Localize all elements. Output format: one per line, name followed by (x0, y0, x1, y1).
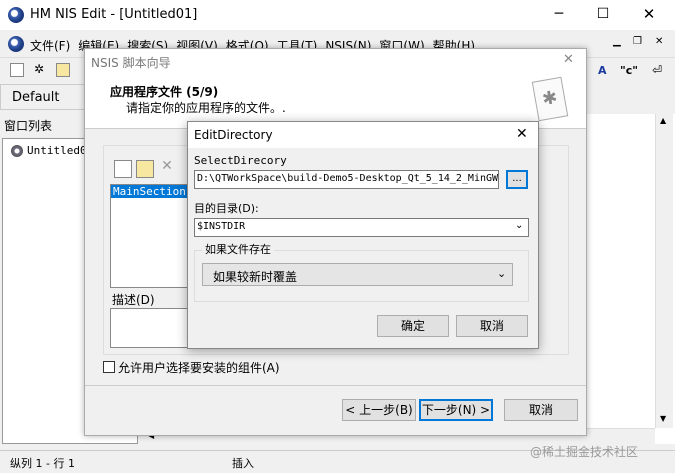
overwrite-chevron-icon: ⌄ (497, 267, 507, 280)
section-list: MainSection (110, 184, 190, 288)
edit-directory-dialog: EditDirectory ✕ SelectDirecory D:\QTWork… (187, 121, 539, 349)
destination-combo[interactable]: $INSTDIR ⌄ (194, 218, 529, 237)
editor-vscrollbar[interactable]: ▲ ▼ (655, 114, 673, 428)
step-title: 应用程序文件 (5/9) (110, 85, 219, 99)
destination-label: 目的目录(D): (194, 202, 259, 215)
mdi-close-icon[interactable]: ✕ (655, 36, 663, 47)
step-description: 请指定你的应用程序的文件。. (126, 101, 286, 115)
dialog-cancel-button[interactable]: 取消 (456, 315, 528, 337)
wizard-file-icon: ✱ (531, 76, 569, 122)
dialog-close-icon[interactable]: ✕ (516, 126, 528, 142)
wizard-titlebar: NSIS 脚本向导 ✕ (85, 49, 586, 73)
menu-app-icon (8, 36, 24, 52)
window-title: HM NIS Edit - [Untitled01] (30, 7, 198, 22)
main-titlebar: HM NIS Edit - [Untitled01] ─ ☐ ✕ (0, 0, 675, 30)
wizard-close-icon[interactable]: ✕ (563, 52, 574, 67)
overwrite-select[interactable]: 如果较新时覆盖 ⌄ (202, 263, 513, 286)
format-icon[interactable]: A (598, 64, 607, 77)
destination-combo-value: $INSTDIR (197, 221, 246, 232)
description-label: 描述(D) (112, 293, 155, 307)
mdi-restore-icon[interactable]: ❐ (633, 36, 642, 47)
allow-select-label: 允许用户选择要安装的组件(A) (118, 361, 280, 375)
dialog-titlebar: EditDirectory ✕ (188, 122, 538, 148)
insert-mode: 插入 (232, 457, 254, 470)
description-box (110, 308, 190, 348)
new-file-icon[interactable] (10, 63, 24, 77)
ok-button[interactable]: 确定 (377, 315, 449, 337)
delete-file-icon[interactable]: ✕ (158, 159, 176, 178)
dialog-title: EditDirectory (194, 128, 273, 142)
select-directory-label: SelectDirecory (194, 154, 287, 167)
back-button[interactable]: < 上一步(B) (342, 399, 416, 421)
maximize-icon[interactable]: ☐ (594, 6, 612, 24)
scheme-combo[interactable]: Default (0, 84, 90, 110)
close-icon[interactable]: ✕ (640, 5, 658, 23)
overwrite-select-value: 如果较新时覆盖 (213, 270, 298, 284)
watermark: @稀土掘金技术社区 (530, 445, 639, 459)
window-list-title: 窗口列表 (4, 119, 53, 133)
edit-file-icon[interactable] (136, 160, 154, 178)
wizard-title: NSIS 脚本向导 (91, 56, 171, 70)
status-bar: 纵列 1 - 行 1 插入 @稀土掘金技术社区 (0, 445, 675, 473)
document-icon (11, 145, 23, 157)
add-file-icon[interactable] (114, 160, 132, 178)
cursor-position: 纵列 1 - 行 1 (10, 457, 75, 470)
menu-item[interactable]: 文件(F) (30, 39, 70, 53)
browse-button[interactable]: ... (506, 170, 528, 189)
chevron-down-icon: ⌄ (515, 220, 524, 231)
section-list-item[interactable]: MainSection (111, 185, 189, 198)
wizard-cancel-button[interactable]: 取消 (504, 399, 578, 421)
scheme-combo-value: Default (12, 90, 60, 105)
app-icon (8, 7, 24, 23)
path-input[interactable]: D:\QTWorkSpace\build-Demo5-Desktop_Qt_5_… (194, 170, 499, 189)
wrap-icon[interactable]: ⏎ (652, 63, 662, 77)
quote-icon[interactable]: "c" (620, 64, 638, 77)
wizard-icon[interactable]: ✲ (32, 63, 46, 77)
wizard-footer-line (85, 385, 586, 386)
scroll-up-icon[interactable]: ▲ (660, 116, 666, 125)
minimize-icon[interactable]: ─ (550, 6, 568, 24)
template-icon[interactable] (56, 63, 70, 77)
path-input-value: D:\QTWorkSpace\build-Demo5-Desktop_Qt_5_… (197, 173, 499, 184)
allow-select-checkbox[interactable] (103, 361, 115, 373)
scroll-down-icon[interactable]: ▼ (660, 414, 666, 423)
next-button[interactable]: 下一步(N) > (419, 399, 493, 421)
mdi-minimize-icon[interactable]: ▁ (613, 36, 621, 47)
file-exists-label: 如果文件存在 (202, 241, 274, 257)
